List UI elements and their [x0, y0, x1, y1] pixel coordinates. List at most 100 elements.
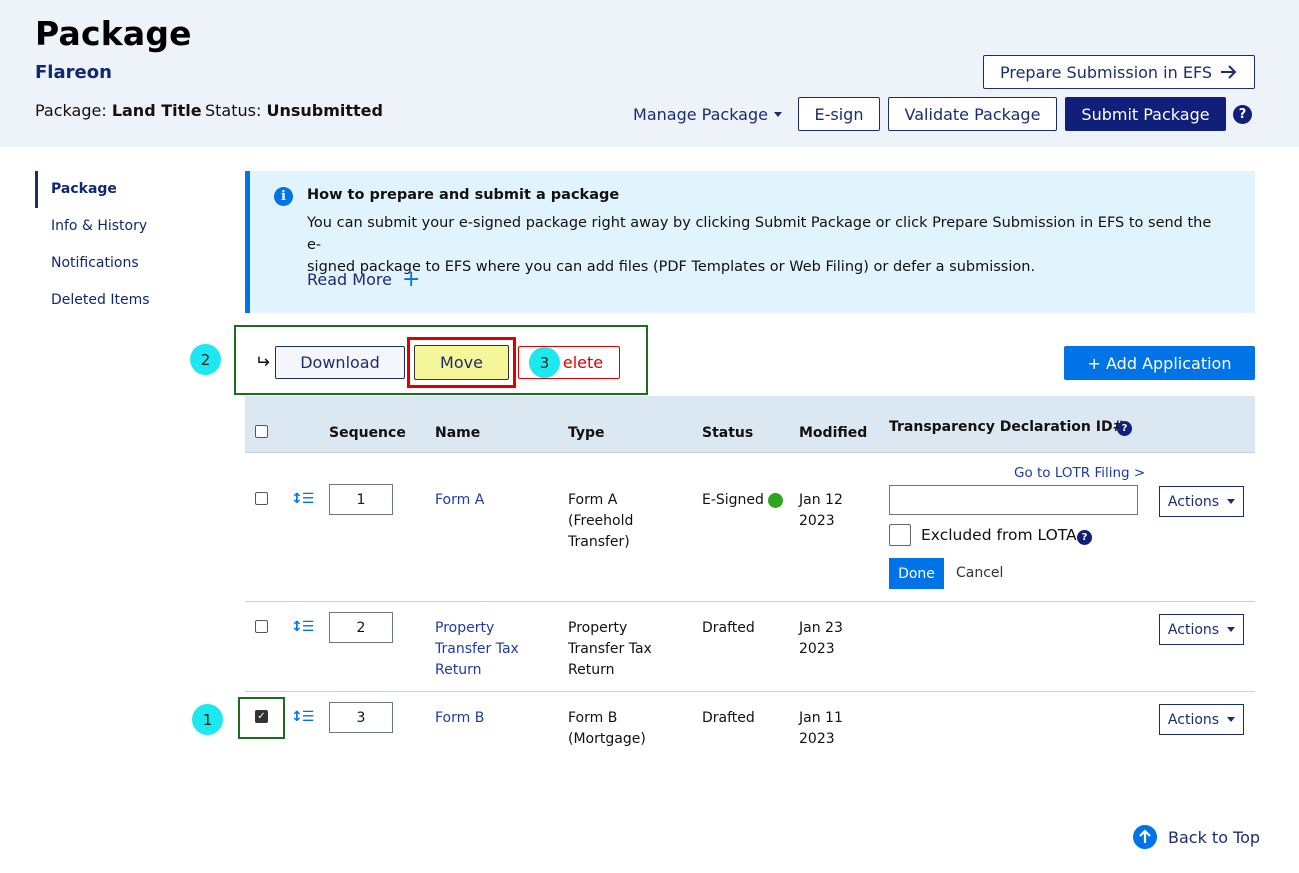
- read-more-label: Read More: [307, 270, 392, 289]
- select-all-checkbox[interactable]: [255, 425, 268, 438]
- name-line: Property: [435, 620, 495, 636]
- chevron-down-icon: [1227, 627, 1236, 632]
- reorder-icon[interactable]: ↕☰: [291, 491, 314, 507]
- excluded-lota-label: Excluded from LOTA: [921, 526, 1077, 544]
- submit-package-button[interactable]: Submit Package: [1065, 97, 1226, 131]
- status-label: Status:: [205, 101, 262, 120]
- col-transparency: Transparency Declaration ID#: [889, 419, 1125, 435]
- row-checkbox-checked[interactable]: ✓: [255, 710, 268, 723]
- transparency-id-input[interactable]: [889, 485, 1138, 515]
- sidebar-active-indicator: [35, 171, 38, 208]
- sequence-input[interactable]: 2: [329, 612, 393, 643]
- type-line: Transfer Tax: [568, 641, 652, 657]
- actions-label: Actions: [1167, 621, 1220, 638]
- help-icon[interactable]: ?: [1233, 105, 1252, 124]
- step-marker-2: 2: [190, 344, 221, 375]
- modified-line: 2023: [799, 641, 835, 657]
- step-marker-1: 1: [192, 704, 223, 735]
- step-marker-3: 3: [529, 347, 560, 378]
- type-line: Form B: [568, 710, 618, 726]
- plus-icon: +: [401, 266, 421, 292]
- info-line-2: signed package to EFS where you can add …: [307, 259, 1036, 275]
- sequence-input[interactable]: 3: [329, 702, 393, 733]
- cancel-button[interactable]: Cancel: [956, 565, 1003, 581]
- page-title: Package: [35, 14, 192, 53]
- row-divider: [245, 452, 1255, 453]
- col-name: Name: [435, 425, 481, 441]
- row-checkbox[interactable]: [255, 620, 268, 633]
- type-line: Form A: [568, 492, 618, 508]
- excluded-lota-checkbox[interactable]: [889, 524, 911, 546]
- status-text: E-Signed: [702, 492, 764, 508]
- row-name-link[interactable]: Form B: [435, 708, 484, 729]
- package-type: Package: Land Title: [35, 101, 202, 120]
- manage-package-label: Manage Package: [633, 104, 768, 124]
- col-modified: Modified: [799, 425, 868, 441]
- back-to-top-link[interactable]: Back to Top: [1133, 825, 1260, 849]
- actions-label: Actions: [1167, 711, 1220, 728]
- actions-dropdown[interactable]: Actions: [1159, 614, 1244, 645]
- sequence-input[interactable]: 1: [329, 484, 393, 515]
- row-type: Property Transfer Tax Return: [568, 618, 652, 681]
- info-callout: i How to prepare and submit a package Yo…: [245, 171, 1255, 313]
- prepare-submission-button[interactable]: Prepare Submission in EFS: [983, 55, 1255, 89]
- row-type: Form B (Mortgage): [568, 708, 646, 750]
- info-icon: i: [274, 187, 293, 206]
- chevron-down-icon: [1227, 499, 1236, 504]
- organization-name: Flareon: [35, 62, 112, 83]
- info-title: How to prepare and submit a package: [307, 187, 620, 203]
- row-status: Drafted: [702, 710, 755, 726]
- modified-line: 2023: [799, 513, 835, 529]
- row-name-link[interactable]: Form A: [435, 490, 484, 511]
- chevron-down-icon: [773, 111, 782, 117]
- validate-package-button[interactable]: Validate Package: [888, 97, 1057, 131]
- type-line: (Freehold: [568, 513, 634, 529]
- done-button[interactable]: Done: [889, 558, 944, 589]
- arrow-up-circle-icon: [1133, 825, 1157, 849]
- manage-package-dropdown[interactable]: Manage Package: [630, 97, 785, 131]
- row-name-link[interactable]: Property Transfer Tax Return: [435, 618, 519, 681]
- actions-dropdown[interactable]: Actions: [1159, 704, 1244, 735]
- package-value: Land Title: [111, 101, 202, 120]
- row-status: Drafted: [702, 620, 755, 636]
- name-line: Transfer Tax: [435, 641, 519, 657]
- return-arrow-icon: ↵: [255, 352, 271, 373]
- info-line-1: You can submit your e-signed package rig…: [307, 215, 1212, 253]
- type-line: Property: [568, 620, 628, 636]
- row-modified: Jan 23 2023: [799, 618, 843, 660]
- reorder-icon[interactable]: ↕☰: [291, 619, 314, 635]
- add-application-button[interactable]: + Add Application: [1064, 346, 1255, 380]
- info-body: You can submit your e-signed package rig…: [307, 212, 1227, 278]
- row-modified: Jan 12 2023: [799, 490, 843, 532]
- col-status: Status: [702, 425, 754, 441]
- lotr-filing-link[interactable]: Go to LOTR Filing >: [1014, 465, 1145, 481]
- move-button[interactable]: Move: [414, 345, 509, 380]
- download-button[interactable]: Download: [275, 346, 405, 379]
- row-status: E-Signed: [702, 490, 783, 511]
- read-more-link[interactable]: Read More +: [307, 266, 421, 292]
- package-label: Package:: [35, 101, 107, 120]
- transparency-help-icon[interactable]: ?: [1117, 421, 1132, 436]
- reorder-icon[interactable]: ↕☰: [291, 709, 314, 725]
- actions-label: Actions: [1167, 493, 1220, 510]
- esigned-status-dot-icon: [767, 492, 783, 508]
- chevron-down-icon: [1227, 717, 1236, 722]
- modified-line: 2023: [799, 731, 835, 747]
- lota-help-icon[interactable]: ?: [1077, 530, 1092, 545]
- name-line: Return: [435, 662, 482, 678]
- sidebar-item-notifications[interactable]: Notifications: [51, 255, 139, 271]
- name-line: Form B: [435, 710, 485, 726]
- row-modified: Jan 11 2023: [799, 708, 843, 750]
- col-sequence: Sequence: [329, 425, 406, 441]
- esign-button[interactable]: E-sign: [798, 97, 880, 131]
- col-type: Type: [568, 425, 605, 441]
- sidebar-item-package[interactable]: Package: [51, 181, 117, 197]
- arrow-right-icon: [1221, 65, 1237, 79]
- row-checkbox[interactable]: [255, 492, 268, 505]
- prepare-submission-label: Prepare Submission in EFS: [999, 62, 1213, 82]
- modified-line: Jan 23: [799, 620, 843, 636]
- status-value: Unsubmitted: [266, 101, 383, 120]
- actions-dropdown[interactable]: Actions: [1159, 486, 1244, 517]
- sidebar-item-info-history[interactable]: Info & History: [51, 218, 147, 234]
- sidebar-item-deleted-items[interactable]: Deleted Items: [51, 292, 150, 308]
